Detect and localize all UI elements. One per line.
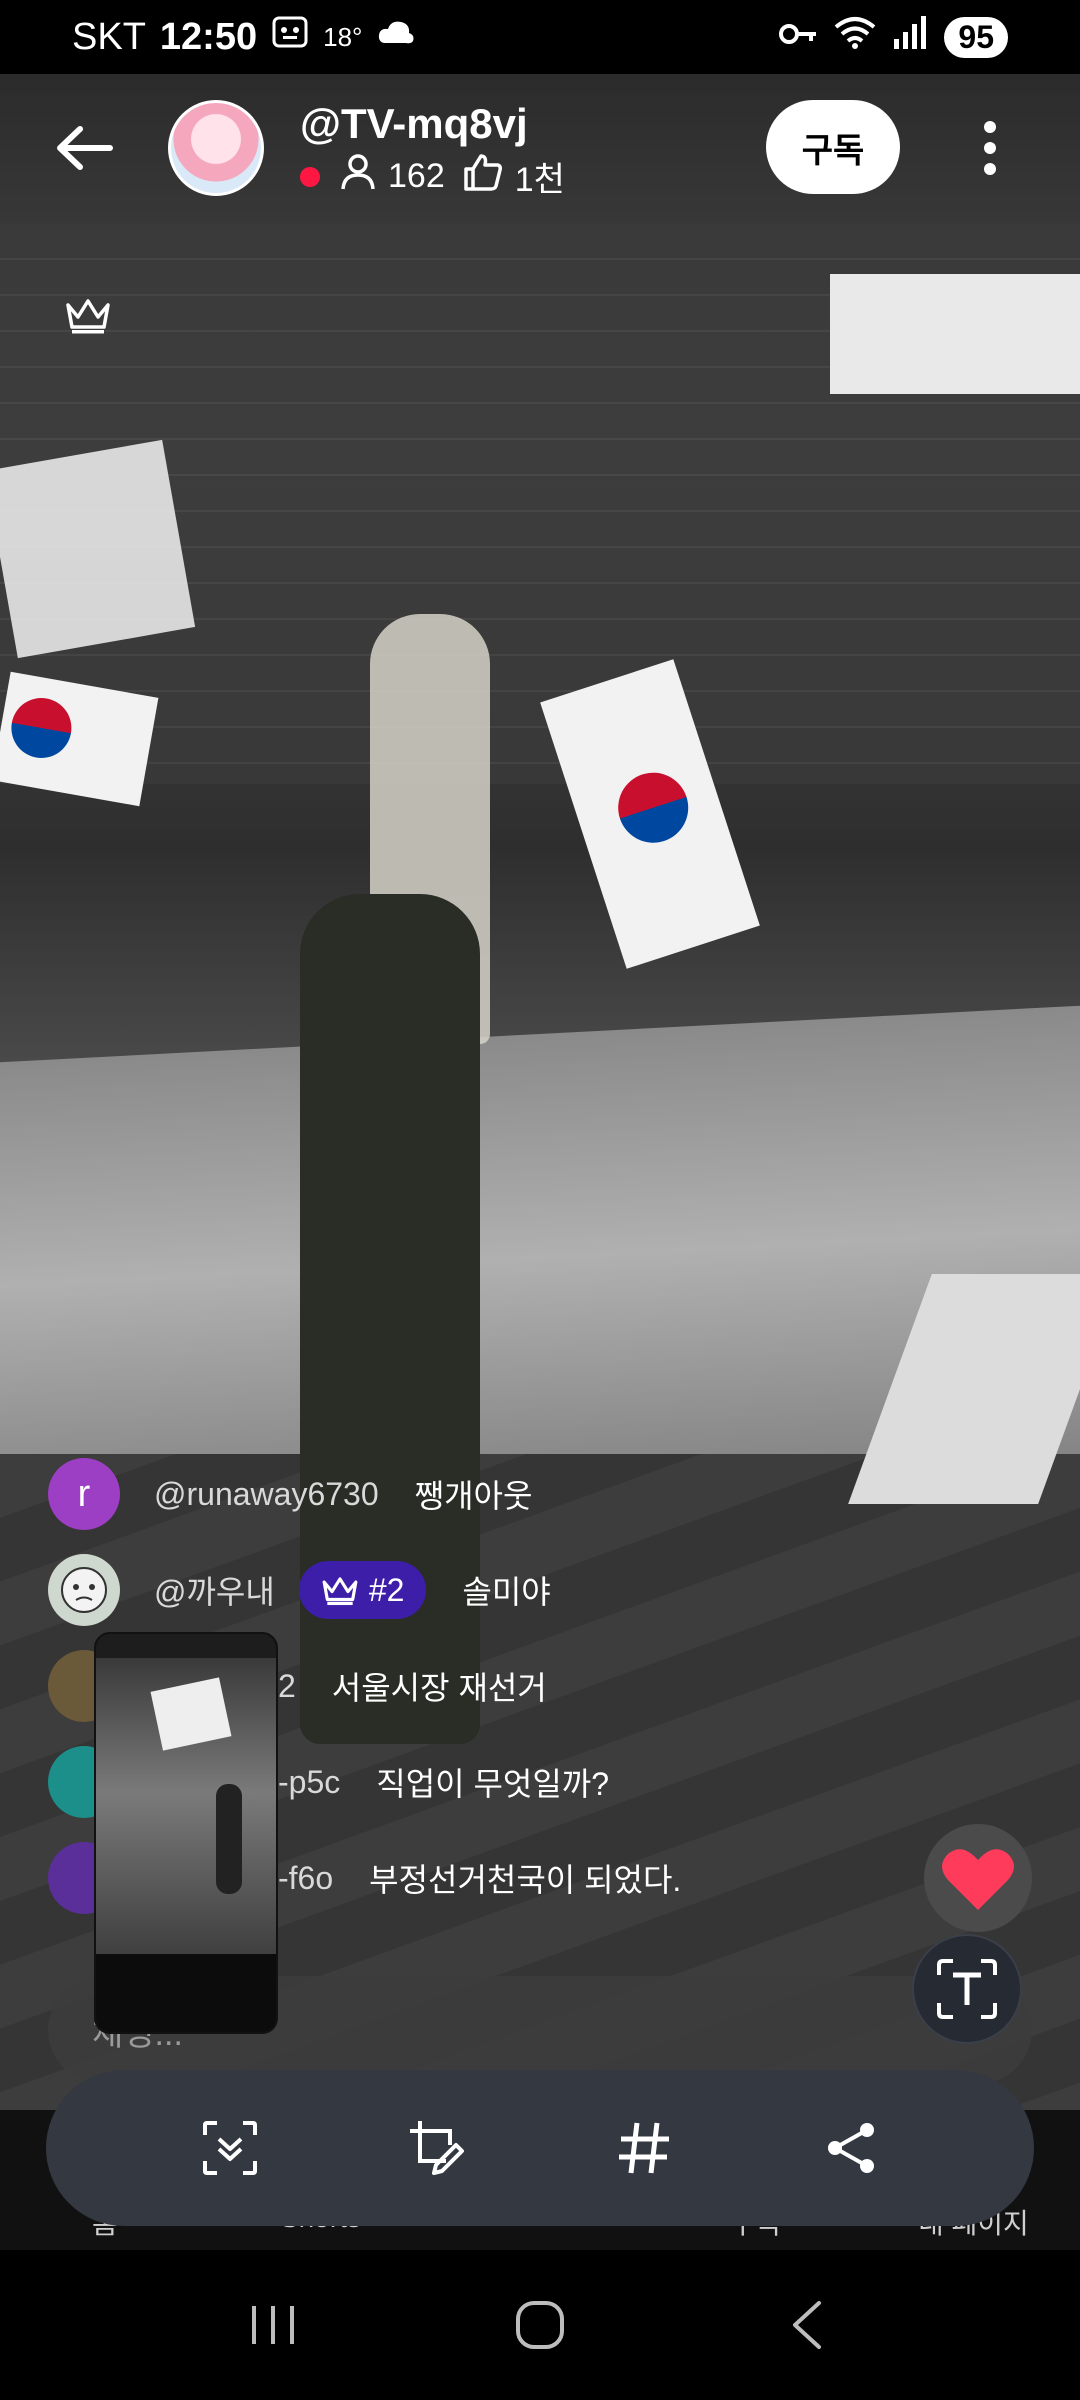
home-button[interactable] xyxy=(500,2285,580,2365)
screenshot-toolbar xyxy=(46,2070,1034,2226)
back-nav-button[interactable] xyxy=(767,2285,847,2365)
thumbnail-person xyxy=(216,1784,242,1894)
thumbs-up-icon xyxy=(463,153,503,200)
thumbnail-nav xyxy=(96,1954,276,2032)
chat-text: 쨍개아웃 xyxy=(414,1478,533,1514)
chat-text: 솔미야 xyxy=(462,1574,551,1610)
recent-apps-icon xyxy=(252,2306,295,2344)
crop-edit-icon xyxy=(409,2121,464,2175)
back-button[interactable] xyxy=(48,112,120,184)
live-dot xyxy=(300,166,320,187)
home-icon xyxy=(515,2301,564,2349)
battery-indicator: 95 xyxy=(944,16,1008,58)
chat-message: @까우내 #2 솔미야 xyxy=(48,1554,551,1626)
wifi-icon xyxy=(834,15,876,59)
viewer-count: 162 xyxy=(388,157,445,195)
avatar-face-icon xyxy=(61,1567,107,1613)
channel-name[interactable]: @TV-mq8vj xyxy=(300,100,528,148)
share-icon xyxy=(827,2123,874,2173)
rank-badge: #2 xyxy=(298,1561,427,1619)
vpn-key-icon xyxy=(778,16,818,59)
carrier-label: SKT xyxy=(72,15,146,58)
crown-icon xyxy=(322,1577,358,1606)
like-count: 1천 xyxy=(514,161,565,199)
clock: 12:50 xyxy=(159,15,258,58)
rank-number: #2 xyxy=(368,1571,405,1608)
tag-button[interactable] xyxy=(604,2108,684,2188)
screen-record-icon xyxy=(271,15,309,59)
chat-username[interactable]: -p5c xyxy=(278,1764,340,1801)
viewer-icon xyxy=(340,153,376,200)
chat-text: 직업이 무엇일까? xyxy=(376,1766,610,1802)
chat-username[interactable]: -f6o xyxy=(278,1860,333,1897)
temperature: 18° xyxy=(323,21,363,52)
edit-button[interactable] xyxy=(397,2108,477,2188)
arrow-left-icon xyxy=(57,126,113,170)
chat-avatar[interactable] xyxy=(48,1554,120,1626)
like-heart-button[interactable] xyxy=(924,1824,1032,1932)
chat-username[interactable]: @까우내 xyxy=(154,1567,275,1613)
hashtag-icon xyxy=(618,2122,669,2174)
chat-message: r @runaway6730 쨍개아웃 xyxy=(48,1458,532,1530)
chat-text: 서울시장 재선거 xyxy=(331,1670,547,1706)
battery-level: 95 xyxy=(958,18,994,55)
crown-icon xyxy=(66,299,110,334)
more-options-button[interactable] xyxy=(966,112,1014,184)
system-nav-bar xyxy=(0,2250,1080,2400)
video-flag xyxy=(0,439,196,659)
share-button[interactable] xyxy=(811,2108,891,2188)
heart-icon xyxy=(942,1849,1014,1910)
extract-text-button[interactable] xyxy=(912,1934,1022,2044)
video-light xyxy=(830,274,1080,394)
live-stats: 162 1천 xyxy=(300,152,565,201)
chevron-left-icon xyxy=(792,2301,821,2349)
chat-username[interactable]: 2 xyxy=(278,1668,296,1705)
chat-username[interactable]: @runaway6730 xyxy=(154,1476,379,1513)
scroll-capture-icon xyxy=(202,2121,257,2175)
screenshot-thumbnail[interactable] xyxy=(94,1632,278,2034)
recent-apps-button[interactable] xyxy=(233,2285,313,2365)
subscribe-button[interactable]: 구독 xyxy=(766,100,900,194)
chat-text: 부정선거천국이 되었다. xyxy=(369,1862,682,1898)
weather-icon xyxy=(376,15,416,59)
text-scan-icon xyxy=(937,1959,997,2019)
status-bar: SKT 12:50 18° 95 xyxy=(0,0,1080,74)
ranking-button[interactable] xyxy=(52,282,124,348)
signal-icon xyxy=(892,15,928,59)
channel-avatar[interactable] xyxy=(168,100,264,196)
scroll-capture-button[interactable] xyxy=(190,2108,270,2188)
chat-avatar[interactable]: r xyxy=(48,1458,120,1530)
